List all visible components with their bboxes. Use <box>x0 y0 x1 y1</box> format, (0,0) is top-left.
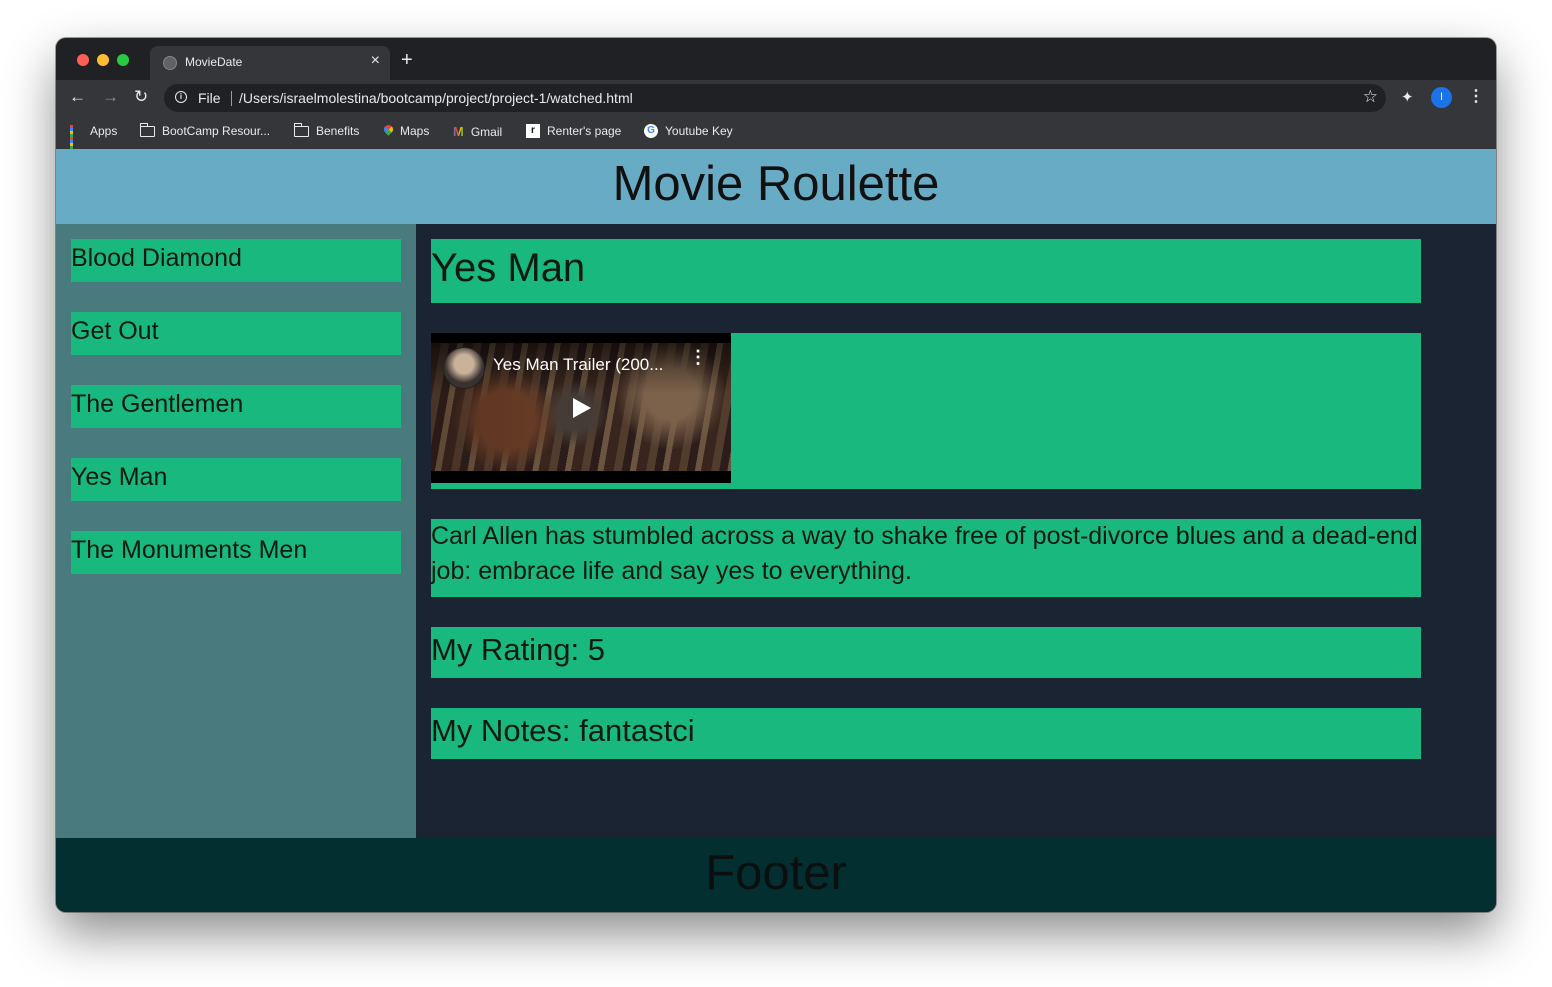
movie-rating: My Rating: 5 <box>431 627 1421 678</box>
url-text[interactable]: /Users/israelmolestina/bootcamp/project/… <box>239 90 633 106</box>
page-footer: Footer <box>56 838 1496 912</box>
reload-icon[interactable]: ↻ <box>134 87 148 107</box>
gmail-icon: M <box>453 124 464 139</box>
bookmark-label: BootCamp Resour... <box>162 124 271 138</box>
bookmark-youtube-key[interactable]: G Youtube Key <box>644 124 733 138</box>
play-icon[interactable] <box>573 398 591 418</box>
video-card: Yes Man Trailer (200... ⋮ <box>431 333 1421 489</box>
extensions-puzzle-icon[interactable]: ✦ <box>1401 88 1414 106</box>
maps-icon <box>384 125 393 137</box>
bookmark-renters-page[interactable]: r Renter's page <box>526 124 621 138</box>
movie-sidebar: Blood Diamond Get Out The Gentlemen Yes … <box>56 224 416 838</box>
folder-icon <box>140 122 155 137</box>
movie-detail: Yes Man Yes Man Trailer (200... ⋮ Carl A… <box>416 224 1496 838</box>
page-title: Movie Roulette <box>612 157 940 211</box>
sidebar-item-movie[interactable]: Get Out <box>71 312 401 355</box>
bookmark-benefits[interactable]: Benefits <box>294 122 360 138</box>
sidebar-item-movie[interactable]: Blood Diamond <box>71 239 401 282</box>
folder-icon <box>294 122 309 137</box>
google-icon: G <box>644 124 658 138</box>
web-page: Movie Roulette Blood Diamond Get Out The… <box>56 149 1496 912</box>
bookmark-bootcamp-resources[interactable]: BootCamp Resour... <box>140 122 271 138</box>
close-window-button[interactable] <box>77 54 89 66</box>
globe-icon <box>163 56 177 70</box>
sidebar-item-movie[interactable]: Yes Man <box>71 458 401 501</box>
bookmark-label: Apps <box>90 124 118 138</box>
divider <box>231 91 232 106</box>
minimize-window-button[interactable] <box>97 54 109 66</box>
profile-avatar[interactable]: I <box>1431 87 1452 108</box>
bookmark-label: Youtube Key <box>665 124 733 138</box>
video-title[interactable]: Yes Man Trailer (200... <box>493 355 663 375</box>
maximize-window-button[interactable] <box>117 54 129 66</box>
info-icon[interactable]: i <box>175 91 187 103</box>
bookmark-star-icon[interactable]: ☆ <box>1363 87 1378 107</box>
renters-icon: r <box>526 124 540 138</box>
sidebar-item-movie[interactable]: The Gentlemen <box>71 385 401 428</box>
bookmarks-bar: Apps BootCamp Resour... Benefits Maps M … <box>56 116 1496 152</box>
tab-title: MovieDate <box>185 55 243 69</box>
bookmark-label: Renter's page <box>547 124 622 138</box>
browser-tab[interactable]: MovieDate × <box>150 46 390 80</box>
bookmark-gmail[interactable]: M Gmail <box>453 124 502 139</box>
bookmark-label: Benefits <box>316 124 360 138</box>
kebab-menu-icon[interactable]: ⋮ <box>1468 86 1484 106</box>
apps-grid-icon <box>70 124 83 152</box>
movie-notes: My Notes: fantastci <box>431 708 1421 759</box>
bookmark-label: Gmail <box>470 124 503 139</box>
new-tab-button[interactable]: + <box>401 50 413 70</box>
movie-title: Yes Man <box>431 239 1421 303</box>
page-header: Movie Roulette <box>56 149 1496 224</box>
footer-text: Footer <box>705 846 847 900</box>
back-arrow-icon[interactable]: ← <box>69 87 86 107</box>
bookmark-apps[interactable]: Apps <box>70 124 118 152</box>
movie-description: Carl Allen has stumbled across a way to … <box>431 519 1421 597</box>
tab-close-icon[interactable]: × <box>371 52 380 70</box>
tab-strip: MovieDate × + <box>56 38 1496 80</box>
bookmark-maps[interactable]: Maps <box>384 124 429 138</box>
sidebar-item-movie[interactable]: The Monuments Men <box>71 531 401 574</box>
youtube-player[interactable]: Yes Man Trailer (200... ⋮ <box>431 333 731 483</box>
channel-avatar[interactable] <box>443 347 485 389</box>
bookmark-label: Maps <box>400 124 430 138</box>
browser-toolbar: ← → ↻ i File /Users/israelmolestina/boot… <box>56 80 1496 116</box>
video-more-icon[interactable]: ⋮ <box>689 348 707 366</box>
scheme-label: File <box>198 90 221 106</box>
forward-arrow-icon[interactable]: → <box>102 87 119 107</box>
address-bar[interactable]: i File /Users/israelmolestina/bootcamp/p… <box>164 84 1386 112</box>
browser-window: MovieDate × + ← → ↻ i File /Users/israel… <box>56 38 1496 912</box>
